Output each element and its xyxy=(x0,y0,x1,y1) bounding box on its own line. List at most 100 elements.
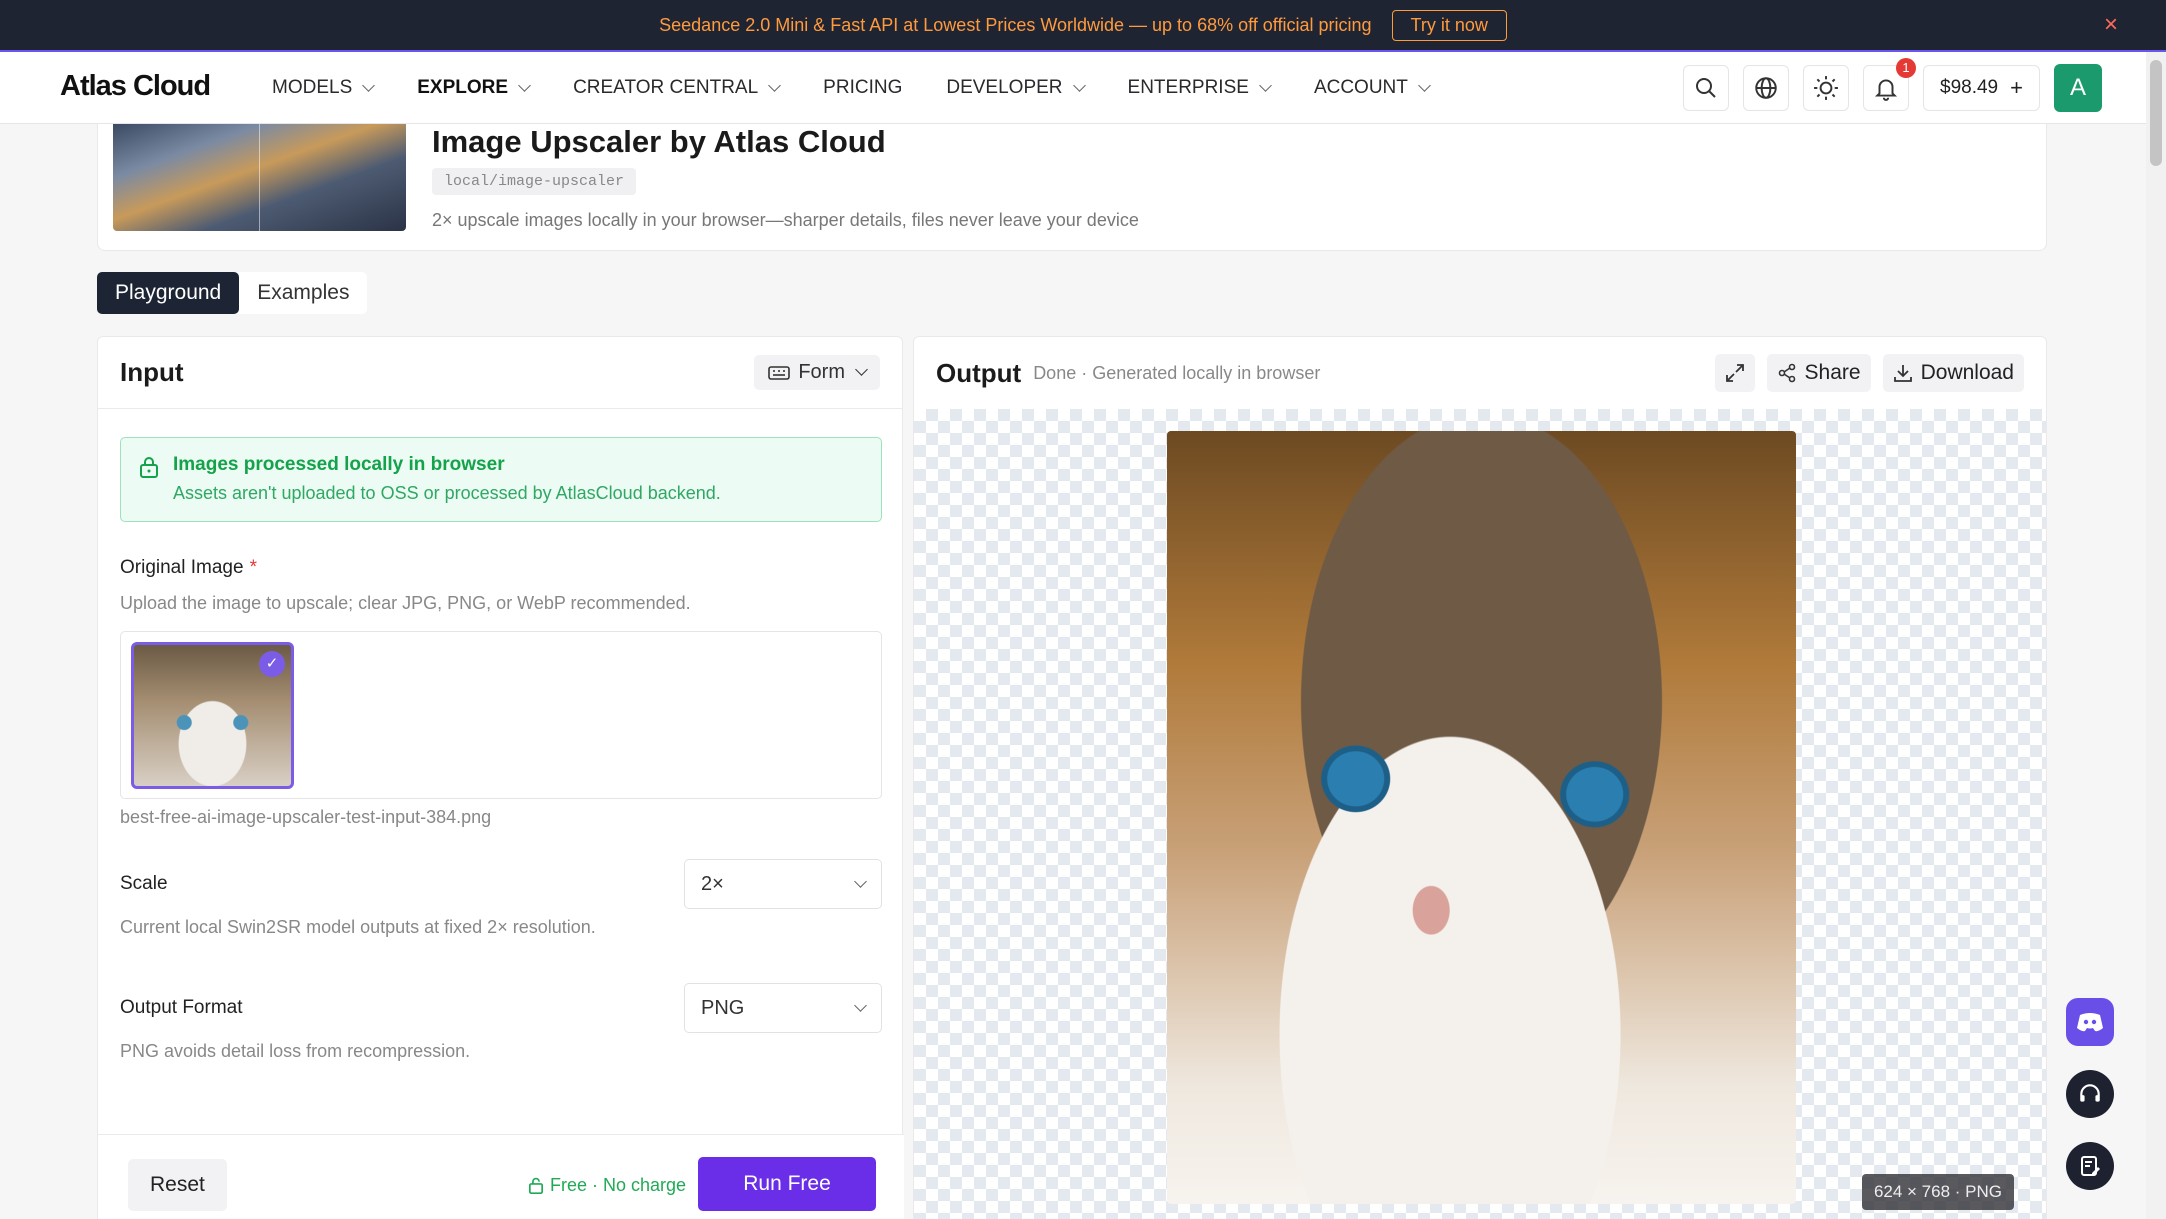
chevron-down-icon xyxy=(362,78,376,92)
balance-button[interactable]: $98.49 + xyxy=(1923,65,2040,111)
output-status: Done · Generated locally in browser xyxy=(1033,362,1321,383)
download-button[interactable]: Download xyxy=(1882,354,2024,392)
output-format-label: Output Format xyxy=(120,997,243,1018)
scale-select[interactable]: 2× xyxy=(684,859,882,909)
form-mode-dropdown[interactable]: Form xyxy=(754,355,880,390)
sun-icon xyxy=(1814,76,1838,100)
uploaded-image-thumbnail[interactable]: ✓ xyxy=(131,642,294,789)
share-button[interactable]: Share xyxy=(1766,354,1871,392)
add-funds-icon: + xyxy=(2010,75,2023,100)
output-panel: Output Done · Generated locally in brows… xyxy=(913,336,2047,1219)
top-nav: Atlas Cloud MODELS EXPLORE CREATOR CENTR… xyxy=(0,52,2146,124)
required-marker: * xyxy=(249,557,257,578)
chevron-down-icon xyxy=(1072,78,1086,92)
nav-item-label: PRICING xyxy=(823,77,903,98)
discord-button[interactable] xyxy=(2066,998,2114,1046)
avatar[interactable]: A xyxy=(2054,64,2102,112)
nav-item-explore[interactable]: EXPLORE xyxy=(417,77,531,99)
chevron-down-icon xyxy=(854,874,867,888)
scale-label: Scale xyxy=(120,873,168,894)
nav-actions: 1 $98.49 + A xyxy=(1683,58,2102,112)
feedback-button[interactable] xyxy=(2066,1142,2114,1190)
model-id-badge[interactable]: local/image-upscaler xyxy=(432,168,637,195)
reset-button[interactable]: Reset xyxy=(128,1159,227,1211)
nav-menu: MODELS EXPLORE CREATOR CENTRAL PRICING D… xyxy=(272,52,1473,124)
nav-item-label: EXPLORE xyxy=(417,77,509,98)
support-button[interactable] xyxy=(2066,1070,2114,1118)
output-format-select[interactable]: PNG xyxy=(684,983,882,1033)
chevron-down-icon xyxy=(1418,78,1431,92)
run-button[interactable]: Run Free xyxy=(698,1157,876,1211)
model-cover-image xyxy=(113,124,406,231)
nav-item-label: DEVELOPER xyxy=(946,77,1063,98)
chevron-down-icon xyxy=(854,998,867,1012)
output-actions: Share Download xyxy=(1714,354,2024,392)
keyboard-icon xyxy=(768,365,791,380)
fullscreen-button[interactable] xyxy=(1714,354,1755,392)
share-icon xyxy=(1778,363,1795,383)
nav-item-creator-central[interactable]: CREATOR CENTRAL xyxy=(573,77,782,99)
mode-tabs: Playground Examples xyxy=(97,272,368,314)
notifications-button[interactable]: 1 xyxy=(1863,58,1917,111)
model-header: Image Upscaler by Atlas Cloud local/imag… xyxy=(97,124,2047,251)
nav-item-label: ENTERPRISE xyxy=(1127,77,1249,98)
scale-value: 2× xyxy=(701,872,724,895)
form-mode-label: Form xyxy=(798,361,845,383)
edit-note-icon xyxy=(2081,1156,2100,1176)
original-image-hint: Upload the image to upscale; clear JPG, … xyxy=(120,593,691,613)
nav-item-enterprise[interactable]: ENTERPRISE xyxy=(1127,77,1272,99)
theme-toggle-button[interactable] xyxy=(1803,65,1850,111)
nav-item-pricing[interactable]: PRICING xyxy=(823,77,902,99)
lock-icon xyxy=(140,457,158,478)
balance-amount: $98.49 xyxy=(1940,77,1999,98)
page-scrollbar[interactable] xyxy=(2146,52,2166,1219)
free-note-text: Free · No charge xyxy=(550,1175,687,1195)
expand-icon xyxy=(1725,364,1744,382)
check-icon: ✓ xyxy=(259,651,285,677)
uploaded-filename: best-free-ai-image-upscaler-test-input-3… xyxy=(120,807,492,827)
banner-text: Seedance 2.0 Mini & Fast API at Lowest P… xyxy=(659,14,1372,35)
output-format-hint: PNG avoids detail loss from recompressio… xyxy=(120,1041,471,1061)
image-upload-area[interactable]: ✓ xyxy=(120,631,882,799)
upscaled-output-image[interactable] xyxy=(1167,431,1796,1204)
input-panel-footer: Reset Free · No charge Run Free xyxy=(98,1134,904,1219)
chevron-down-icon xyxy=(768,78,782,92)
scrollbar-thumb[interactable] xyxy=(2150,60,2162,166)
bell-icon xyxy=(1874,79,1898,101)
tab-playground[interactable]: Playground xyxy=(97,272,240,314)
nav-item-label: MODELS xyxy=(272,77,353,98)
local-notice-title: Images processed locally in browser xyxy=(173,454,505,475)
download-icon xyxy=(1893,365,1912,382)
chevron-down-icon xyxy=(518,78,531,92)
input-panel: Input Form Images processed locally in b… xyxy=(97,336,904,1219)
nav-item-developer[interactable]: DEVELOPER xyxy=(946,77,1086,99)
scale-hint: Current local Swin2SR model outputs at f… xyxy=(120,917,596,937)
search-icon xyxy=(1696,78,1716,98)
original-image-label: Original Image * xyxy=(120,557,257,579)
tab-examples[interactable]: Examples xyxy=(239,272,367,314)
discord-icon xyxy=(2077,1013,2103,1032)
input-title: Input xyxy=(120,357,184,387)
nav-item-account[interactable]: ACCOUNT xyxy=(1313,77,1431,99)
page-title: Image Upscaler by Atlas Cloud xyxy=(432,124,886,159)
notification-badge: 1 xyxy=(1896,58,1917,78)
nav-item-label: CREATOR CENTRAL xyxy=(573,77,759,98)
share-label: Share xyxy=(1804,361,1861,384)
try-it-now-button[interactable]: Try it now xyxy=(1391,9,1507,41)
lock-icon xyxy=(528,1177,544,1194)
nav-item-label: ACCOUNT xyxy=(1313,77,1408,98)
close-icon[interactable]: × xyxy=(2104,12,2118,38)
search-button[interactable] xyxy=(1683,65,1730,111)
output-title: Output xyxy=(936,357,1022,388)
model-description: 2× upscale images locally in your browse… xyxy=(432,210,1139,230)
download-label: Download xyxy=(1920,361,2014,384)
globe-icon xyxy=(1755,77,1777,99)
promo-banner: Seedance 2.0 Mini & Fast API at Lowest P… xyxy=(0,0,2166,52)
local-notice-subtitle: Assets aren't uploaded to OSS or process… xyxy=(173,483,721,503)
logo[interactable]: Atlas Cloud xyxy=(60,70,211,103)
language-button[interactable] xyxy=(1743,65,1790,111)
output-dimensions-badge: 624 × 768 · PNG xyxy=(1861,1174,2014,1210)
chevron-down-icon xyxy=(1259,78,1272,92)
output-format-value: PNG xyxy=(701,996,745,1019)
nav-item-models[interactable]: MODELS xyxy=(272,77,376,99)
